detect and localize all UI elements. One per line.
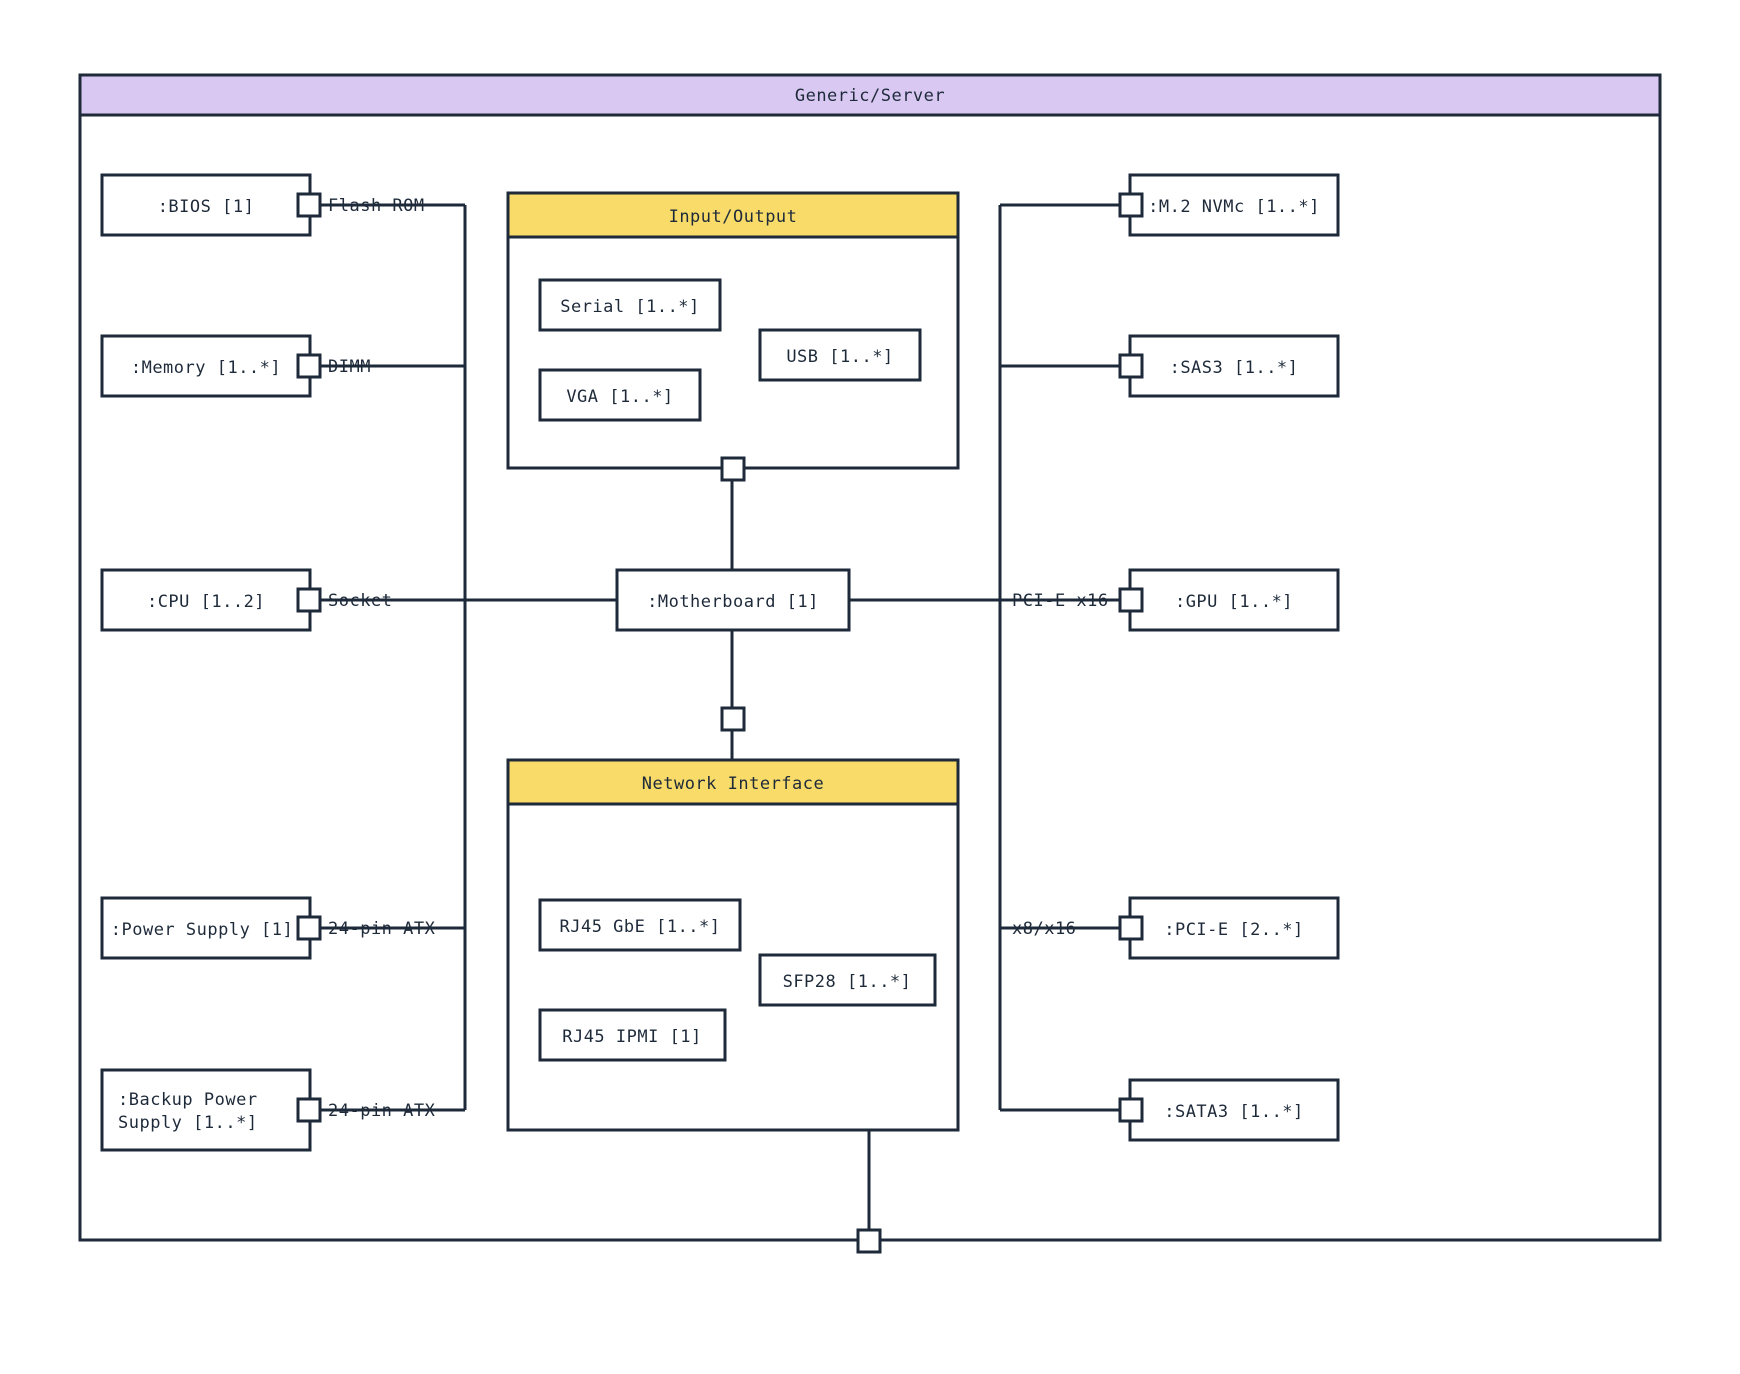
edge-socket: Socket [328, 591, 392, 611]
svg-text::Backup Power: :Backup Power [118, 1090, 258, 1110]
node-usb: USB [1..*] [786, 347, 893, 367]
edge-pcie-x16: PCI-E x16 [1012, 591, 1109, 611]
edge-flash-rom: Flash ROM [328, 196, 425, 216]
node-rj45-gbe: RJ45 GbE [1..*] [559, 917, 720, 937]
svg-text::BIOS [1]: :BIOS [1] [158, 197, 255, 217]
node-sfp28: SFP28 [1..*] [783, 972, 912, 992]
svg-text::Motherboard [1]: :Motherboard [1] [647, 592, 819, 612]
node-rj45-ipmi: RJ45 IPMI [1] [562, 1027, 702, 1047]
node-sas3: :SAS3 [1..*] [1120, 336, 1338, 396]
node-sata3: :SATA3 [1..*] [1120, 1080, 1338, 1140]
svg-text::SATA3 [1..*]: :SATA3 [1..*] [1164, 1102, 1304, 1122]
io-title: Input/Output [669, 207, 798, 227]
panel-network: Network Interface RJ45 GbE [1..*] RJ45 I… [508, 760, 958, 1130]
svg-text::GPU [1..*]: :GPU [1..*] [1175, 592, 1293, 612]
edge-24pin-atx-2: 24-pin ATX [328, 1101, 436, 1121]
network-title: Network Interface [642, 774, 825, 794]
node-m2-nvme: :M.2 NVMc [1..*] [1120, 175, 1338, 235]
svg-text::Memory [1..*]: :Memory [1..*] [131, 358, 281, 378]
svg-text::SAS3 [1..*]: :SAS3 [1..*] [1170, 358, 1299, 378]
node-serial: Serial [1..*] [560, 297, 700, 317]
svg-text:Supply [1..*]: Supply [1..*] [118, 1113, 258, 1133]
frame-title: Generic/Server [795, 86, 945, 106]
edge-x8-x16: x8/x16 [1012, 919, 1076, 939]
svg-text::CPU [1..2]: :CPU [1..2] [147, 592, 265, 612]
node-vga: VGA [1..*] [566, 387, 673, 407]
svg-text::M.2 NVMc [1..*]: :M.2 NVMc [1..*] [1148, 197, 1320, 217]
edge-dimm: DIMM [328, 357, 371, 377]
panel-io: Input/Output Serial [1..*] VGA [1..*] US… [508, 193, 958, 480]
svg-text::PCI-E [2..*]: :PCI-E [2..*] [1164, 920, 1304, 940]
svg-text::Power Supply [1]: :Power Supply [1] [111, 920, 294, 940]
edge-24pin-atx-1: 24-pin ATX [328, 919, 436, 939]
